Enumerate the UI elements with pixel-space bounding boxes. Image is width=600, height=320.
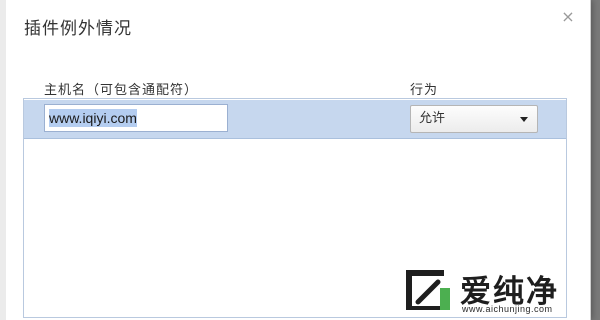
behavior-select[interactable]: 允许 xyxy=(410,105,538,133)
column-header-behavior: 行为 xyxy=(410,83,439,98)
dropdown-arrow-icon xyxy=(520,117,528,122)
close-icon[interactable]: × xyxy=(560,9,576,25)
watermark-url: www.aichunjing.com xyxy=(462,304,553,314)
dialog-title: 插件例外情况 xyxy=(24,19,132,39)
watermark: 爱纯净 www.aichunjing.com xyxy=(404,264,594,318)
behavior-select-value: 允许 xyxy=(419,111,446,126)
column-header-hostname: 主机名（可包含通配符） xyxy=(44,83,199,98)
background-edge xyxy=(0,0,6,320)
hostname-value: www.iqiyi.com xyxy=(49,109,137,127)
table-row[interactable]: www.iqiyi.com 允许 xyxy=(24,100,566,139)
hostname-input[interactable]: www.iqiyi.com xyxy=(44,104,228,132)
watermark-logo-icon xyxy=(406,270,450,310)
